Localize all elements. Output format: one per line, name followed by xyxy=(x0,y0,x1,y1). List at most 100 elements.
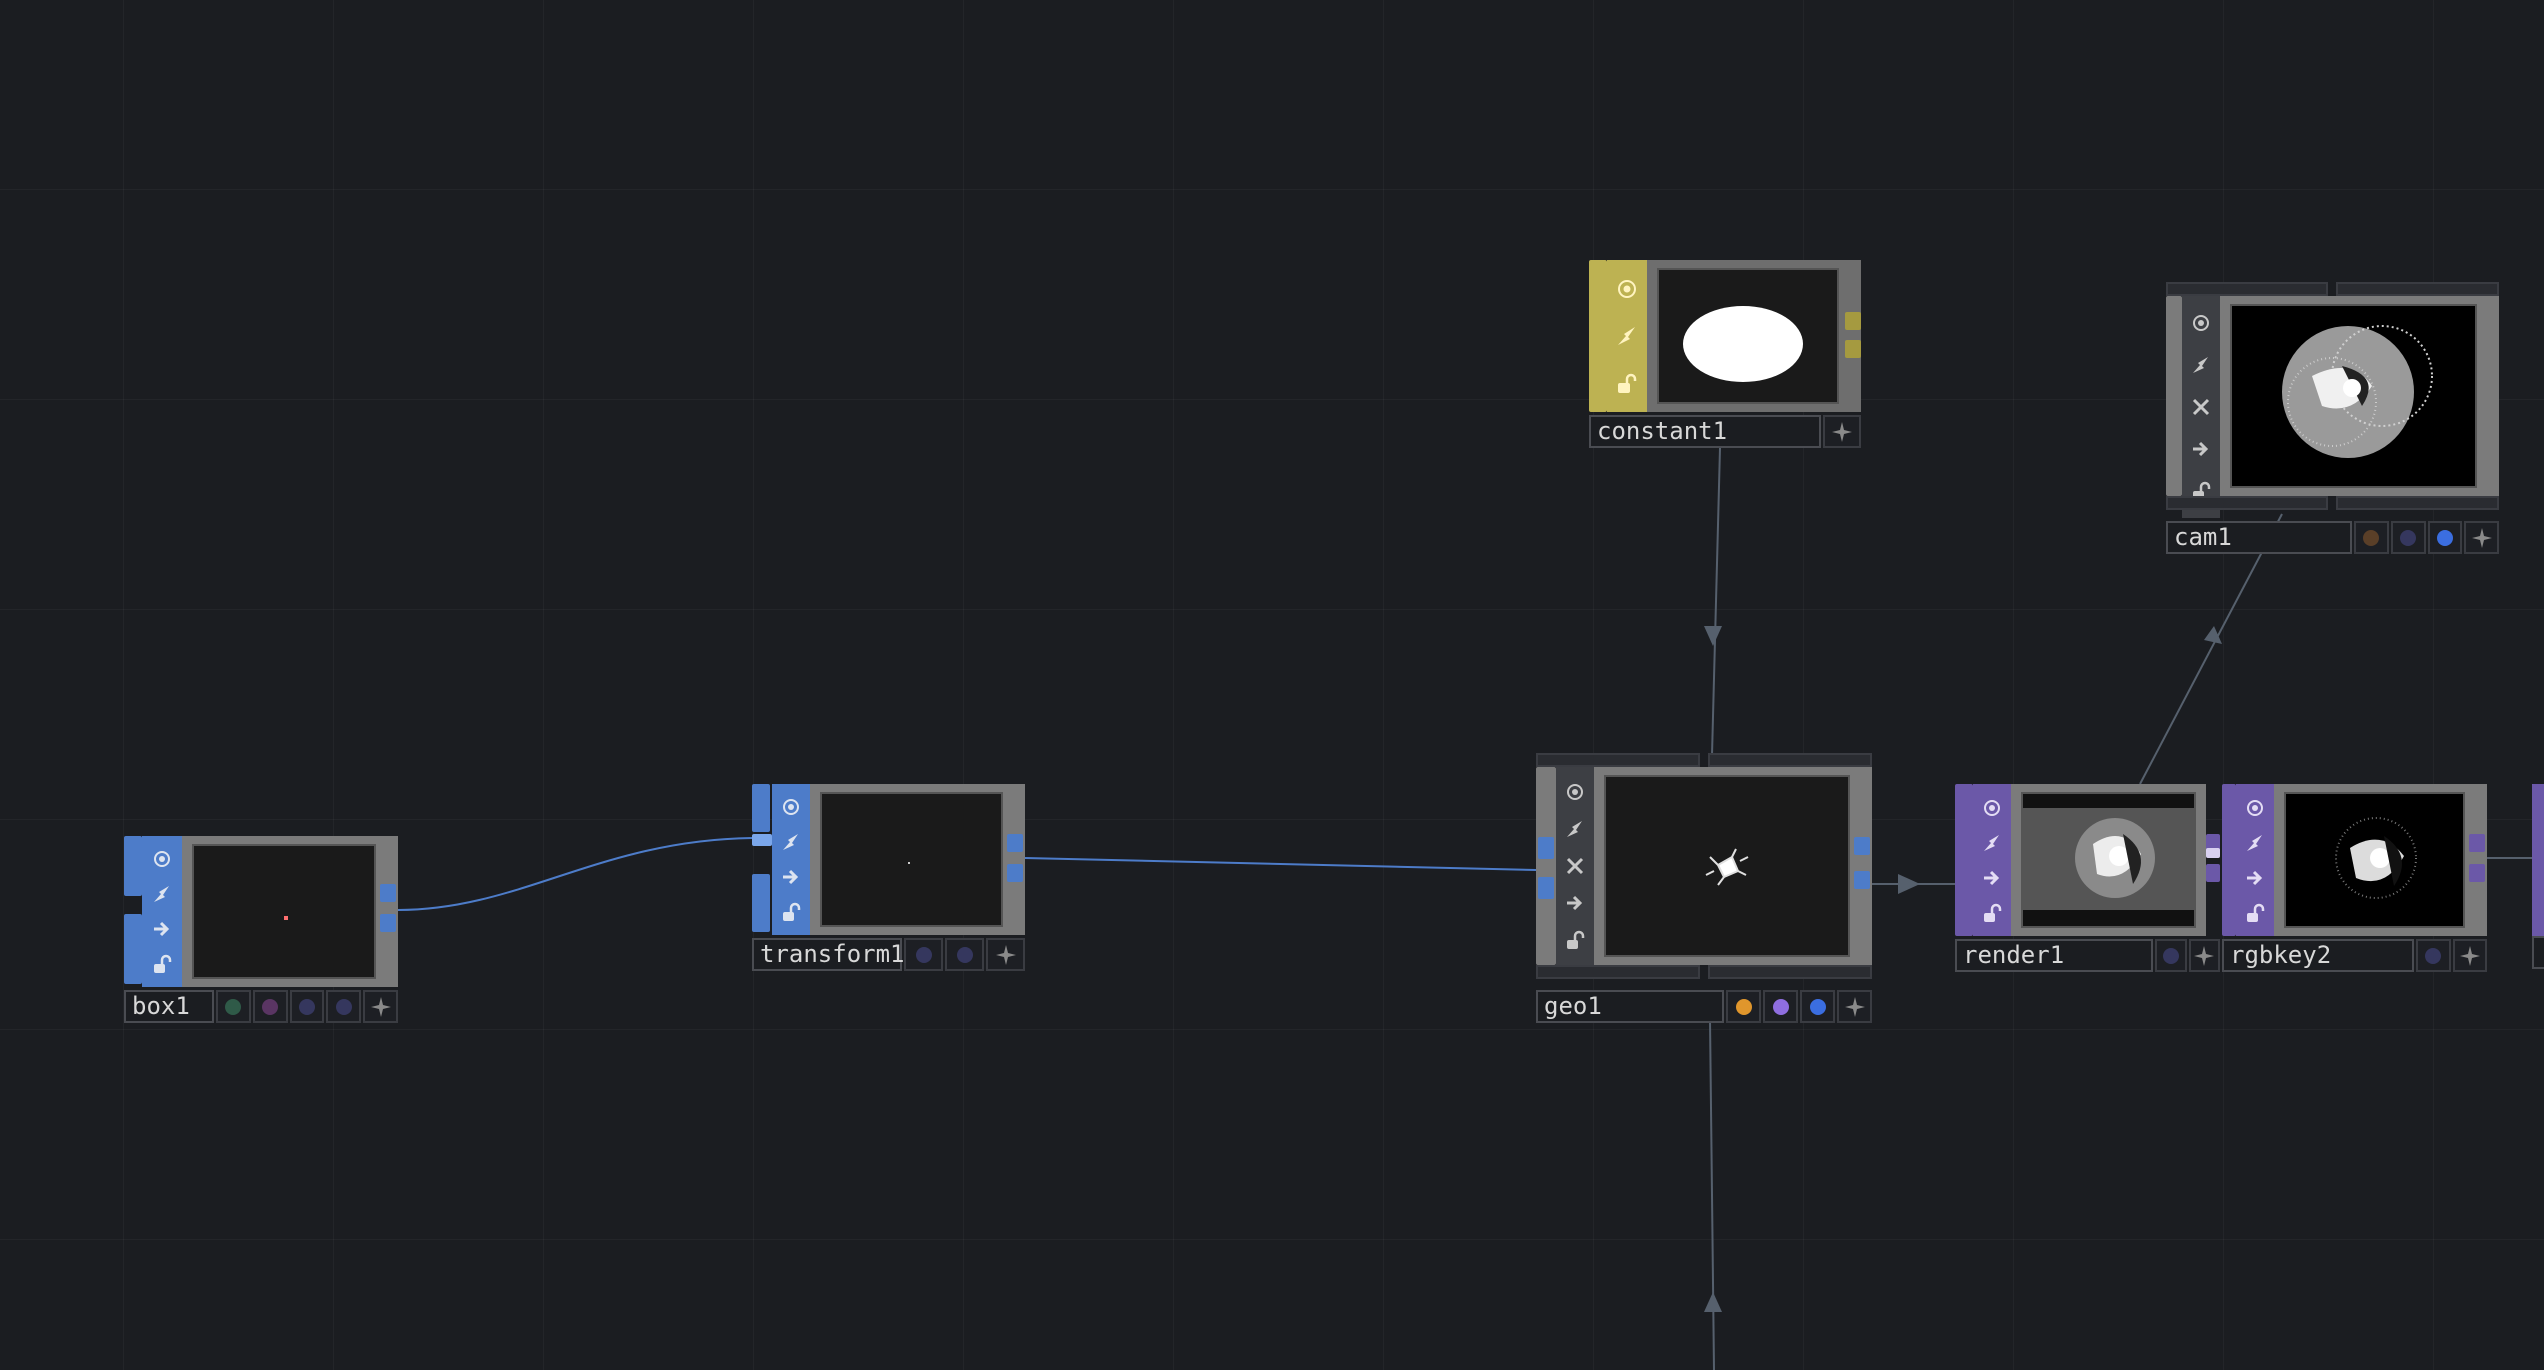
lock-icon[interactable] xyxy=(1615,371,1639,395)
node-viewer[interactable] xyxy=(1657,268,1839,404)
add-icon[interactable] xyxy=(2464,521,2499,554)
cook-icon[interactable] xyxy=(1563,817,1587,841)
node-tab[interactable] xyxy=(2166,496,2328,510)
flag-button[interactable] xyxy=(1763,990,1798,1023)
bypass-icon[interactable] xyxy=(1563,854,1587,878)
output-port[interactable] xyxy=(380,884,396,902)
cook-icon[interactable] xyxy=(2243,831,2267,855)
add-icon[interactable] xyxy=(986,938,1025,971)
output-port[interactable] xyxy=(1007,834,1023,852)
node-tab[interactable] xyxy=(2336,282,2499,296)
input-port[interactable] xyxy=(124,836,142,896)
node-render1[interactable]: render1 xyxy=(1955,784,2220,972)
output-port[interactable] xyxy=(1007,864,1023,882)
input-port[interactable] xyxy=(1536,767,1556,965)
node-geo1[interactable]: geo1 xyxy=(1536,767,1872,1023)
flag-button[interactable] xyxy=(2416,939,2451,972)
input-port[interactable] xyxy=(752,874,770,932)
lock-icon[interactable] xyxy=(779,900,803,924)
lock-icon[interactable] xyxy=(1980,901,2004,925)
display-icon[interactable] xyxy=(1980,866,2004,890)
input-port[interactable] xyxy=(1955,784,1973,936)
node-cam1[interactable]: cam1 xyxy=(2166,296,2499,554)
flag-button[interactable] xyxy=(252,990,288,1023)
display-icon[interactable] xyxy=(150,917,174,941)
lock-icon[interactable] xyxy=(1563,928,1587,952)
flag-button[interactable] xyxy=(216,990,251,1023)
node-viewer[interactable] xyxy=(1604,775,1850,957)
viewer-icon[interactable] xyxy=(1980,796,2004,820)
node-box1[interactable]: box1 xyxy=(124,836,398,1023)
output-port[interactable] xyxy=(2469,864,2485,882)
input-port[interactable] xyxy=(752,834,772,846)
cook-icon[interactable] xyxy=(1980,831,2004,855)
viewer-icon[interactable] xyxy=(779,795,803,819)
flag-button[interactable] xyxy=(2390,521,2426,554)
node-tab[interactable] xyxy=(1708,753,1872,767)
viewer-icon[interactable] xyxy=(1615,277,1639,301)
input-port[interactable] xyxy=(2222,784,2236,936)
output-port[interactable] xyxy=(1845,340,1861,358)
node-tab[interactable] xyxy=(1536,753,1700,767)
node-viewer[interactable] xyxy=(820,792,1003,927)
display-icon[interactable] xyxy=(779,865,803,889)
node-viewer[interactable] xyxy=(192,844,376,979)
input-port[interactable] xyxy=(1538,877,1554,899)
node-transform1[interactable]: transform1 xyxy=(752,784,1025,971)
node-label[interactable]: box1 xyxy=(124,990,214,1023)
add-icon[interactable] xyxy=(1823,415,1861,448)
viewer-icon[interactable] xyxy=(150,847,174,871)
node-label[interactable]: render1 xyxy=(1955,939,2153,972)
output-port[interactable] xyxy=(380,914,396,932)
display-icon[interactable] xyxy=(2189,437,2213,461)
viewer-icon[interactable] xyxy=(2189,311,2213,335)
display-icon[interactable] xyxy=(1563,891,1587,915)
input-port[interactable] xyxy=(1589,260,1607,412)
cook-icon[interactable] xyxy=(2189,353,2213,377)
flag-button[interactable] xyxy=(289,990,325,1023)
node-tab[interactable] xyxy=(2336,496,2499,510)
input-port[interactable] xyxy=(2166,296,2182,496)
node-viewer[interactable] xyxy=(2284,792,2465,928)
flag-button[interactable] xyxy=(1726,990,1761,1023)
display-icon[interactable] xyxy=(2243,866,2267,890)
cook-icon[interactable] xyxy=(779,830,803,854)
node-rgbkey2[interactable]: rgbkey2 xyxy=(2222,784,2487,972)
flag-button[interactable] xyxy=(2354,521,2389,554)
node-tab[interactable] xyxy=(1536,965,1700,979)
node-offscreen[interactable] xyxy=(2532,784,2544,936)
output-port[interactable] xyxy=(2206,864,2220,882)
node-viewer[interactable] xyxy=(2230,304,2477,488)
add-icon[interactable] xyxy=(1837,990,1872,1023)
cook-icon[interactable] xyxy=(150,882,174,906)
add-icon[interactable] xyxy=(2188,939,2220,972)
cook-icon[interactable] xyxy=(1615,324,1639,348)
input-port[interactable] xyxy=(752,784,770,832)
viewer-icon[interactable] xyxy=(1563,780,1587,804)
node-label[interactable]: transform1 xyxy=(752,938,905,971)
input-port[interactable] xyxy=(1538,837,1554,859)
output-port[interactable] xyxy=(1854,871,1870,889)
add-icon[interactable] xyxy=(2452,939,2487,972)
output-port[interactable] xyxy=(1854,837,1870,855)
output-port[interactable] xyxy=(2469,834,2485,852)
lock-icon[interactable] xyxy=(2243,901,2267,925)
flag-button[interactable] xyxy=(326,990,362,1023)
flag-button[interactable] xyxy=(945,938,984,971)
output-port[interactable] xyxy=(2206,848,2220,858)
flag-button[interactable] xyxy=(904,938,943,971)
node-tab[interactable] xyxy=(2166,282,2328,296)
node-constant1[interactable]: constant1 xyxy=(1589,260,1861,448)
flag-button[interactable] xyxy=(2155,939,2187,972)
flag-button[interactable] xyxy=(2427,521,2463,554)
node-tab[interactable] xyxy=(1708,965,1872,979)
node-label[interactable]: geo1 xyxy=(1536,990,1724,1023)
add-icon[interactable] xyxy=(363,990,398,1023)
flag-button[interactable] xyxy=(1800,990,1835,1023)
node-viewer[interactable] xyxy=(2021,792,2196,928)
input-port[interactable] xyxy=(124,914,142,984)
viewer-icon[interactable] xyxy=(2243,796,2267,820)
lock-icon[interactable] xyxy=(150,952,174,976)
output-port[interactable] xyxy=(1845,312,1861,330)
node-label[interactable]: constant1 xyxy=(1589,415,1821,448)
